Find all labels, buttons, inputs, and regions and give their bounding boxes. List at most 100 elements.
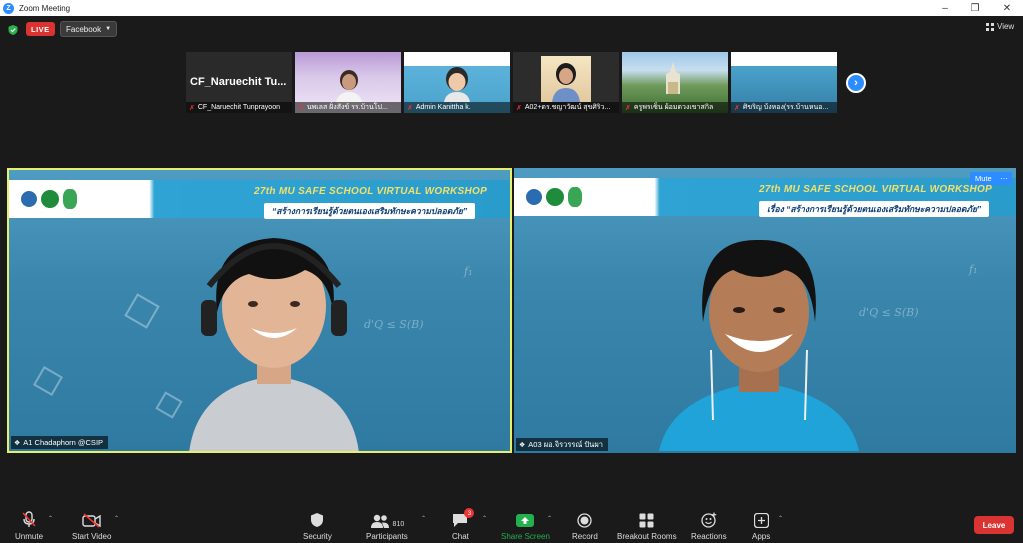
window-title: Zoom Meeting xyxy=(19,3,71,13)
leave-button[interactable]: Leave xyxy=(974,516,1014,534)
participants-options-caret-icon[interactable]: ⌃ xyxy=(421,515,426,522)
person-silhouette-icon xyxy=(335,70,363,106)
share-options-caret-icon[interactable]: ⌃ xyxy=(547,515,552,522)
breakout-rooms-label: Breakout Rooms xyxy=(617,532,677,541)
chat-button[interactable]: 3 Chat xyxy=(452,508,475,541)
thumbnail-name: CF_Naruechit Tunprayoon xyxy=(197,104,280,111)
participant-thumbnail[interactable]: ✗ ศิขริญ บ้งหอง(รร.บ้านหนอ... xyxy=(731,52,837,113)
apps-button[interactable]: Apps xyxy=(752,511,770,541)
person-silhouette-icon xyxy=(552,63,580,102)
university-logo-icon xyxy=(526,189,542,205)
more-options-button[interactable]: ··· xyxy=(996,172,1012,185)
participant-thumbnail[interactable]: ✗ A02+ดร.ชญาวัฒน์ สุขศิริว... xyxy=(513,52,619,113)
pin-icon: ❖ xyxy=(14,439,21,447)
start-video-label: Start Video xyxy=(72,532,112,541)
chat-options-caret-icon[interactable]: ⌃ xyxy=(482,515,487,522)
record-icon xyxy=(577,513,593,528)
view-label: View xyxy=(997,22,1015,31)
apps-icon xyxy=(753,513,769,528)
security-label: Security xyxy=(303,532,332,541)
participants-icon xyxy=(370,514,389,528)
chevron-down-icon: ▼ xyxy=(105,26,112,32)
participants-count: 810 xyxy=(392,521,405,528)
start-video-button[interactable]: Start Video xyxy=(72,511,111,541)
safe-school-logo-icon xyxy=(568,187,582,207)
thumbnail-name-bar: ✗ ศิขริญ บ้งหอง(รร.บ้านหนอ... xyxy=(731,102,837,113)
thumbnail-name-bar: ✗ ครูพรเซ็น ผ้อมดวงเขาสกิล xyxy=(622,102,728,113)
share-screen-label: Share Screen xyxy=(501,532,550,541)
maximize-button[interactable]: ❐ xyxy=(960,0,990,16)
record-button[interactable]: Record xyxy=(572,511,598,541)
record-label: Record xyxy=(572,532,598,541)
apps-options-caret-icon[interactable]: ⌃ xyxy=(778,515,783,522)
muted-mic-icon: ✗ xyxy=(516,104,522,112)
participant-thumbnail[interactable]: ✗ ครูพรเซ็น ผ้อมดวงเขาสกิล xyxy=(622,52,728,113)
muted-mic-icon: ✗ xyxy=(734,104,740,112)
school-logo-icon xyxy=(546,188,564,206)
school-logo-icon xyxy=(41,190,59,208)
view-button[interactable]: View xyxy=(986,22,1014,31)
tile-participant-name: A1 Chadaphorn @CSIP xyxy=(23,438,104,447)
live-badge: LIVE xyxy=(26,22,55,36)
tile-name-bar: ❖ A03 ผอ.จิรวรรณ์ ปันผา xyxy=(516,438,608,451)
thumbnail-name: ครูพรเซ็น ผ้อมดวงเขาสกิล xyxy=(633,104,714,111)
participant-thumbnail[interactable]: ✗ นพเลส ฝั่งสังข์ รร.บ้านโป... xyxy=(295,52,401,113)
workshop-title: 27th MU SAFE SCHOOL VIRTUAL WORKSHOP xyxy=(759,184,993,195)
zoom-logo-icon: Z xyxy=(3,2,14,14)
next-page-button[interactable]: › xyxy=(846,73,866,93)
chat-label: Chat xyxy=(452,532,469,541)
title-bar: Z Zoom Meeting – ❐ ✕ xyxy=(0,0,1023,16)
security-shield-icon xyxy=(311,513,324,527)
workshop-title: 27th MU SAFE SCHOOL VIRTUAL WORKSHOP xyxy=(254,186,488,197)
mute-participant-button[interactable]: Mute xyxy=(970,172,997,185)
muted-mic-icon: ✗ xyxy=(407,104,413,112)
thumbnail-name-bar: ✗ A02+ดร.ชญาวัฒน์ สุขศิริว... xyxy=(513,102,619,113)
tile-participant-name: A03 ผอ.จิรวรรณ์ ปันผา xyxy=(528,439,603,449)
decorative-formula: f₁ xyxy=(464,265,473,278)
chevron-right-icon: › xyxy=(854,77,858,89)
institution-logos xyxy=(15,182,149,216)
participant-video-feed xyxy=(189,238,359,451)
safe-school-logo-icon xyxy=(63,189,77,209)
thumbnail-name-bar: ✗ Admin Kanittha k. xyxy=(404,102,510,113)
participants-label: Participants xyxy=(366,532,408,541)
thumbnail-name-bar: ✗ นพเลส ฝั่งสังข์ รร.บ้านโป... xyxy=(295,102,401,113)
muted-microphone-icon xyxy=(22,511,36,527)
breakout-rooms-button[interactable]: Breakout Rooms xyxy=(617,511,677,541)
pin-icon: ❖ xyxy=(519,441,526,449)
breakout-rooms-grid-icon xyxy=(639,513,654,528)
tile-name-bar: ❖ A1 Chadaphorn @CSIP xyxy=(11,436,109,449)
decorative-formula: d'Q ≤ S(B) xyxy=(859,306,919,319)
security-button[interactable]: Security xyxy=(303,511,332,541)
audio-options-caret-icon[interactable]: ⌃ xyxy=(48,515,53,522)
apps-label: Apps xyxy=(752,532,771,541)
share-screen-arrow-icon xyxy=(516,514,535,527)
unmute-button[interactable]: Unmute xyxy=(15,511,43,541)
participant-video-feed xyxy=(659,239,859,451)
thumbnail-name: นพเลส ฝั่งสังข์ รร.บ้านโป... xyxy=(306,104,388,111)
video-tile-participant[interactable]: 27th MU SAFE SCHOOL VIRTUAL WORKSHOP เรื… xyxy=(514,168,1016,453)
muted-mic-icon: ✗ xyxy=(298,104,304,112)
smiley-reaction-icon xyxy=(701,512,716,528)
stream-target-label: Facebook xyxy=(66,24,102,34)
share-screen-button[interactable]: Share Screen xyxy=(501,511,550,541)
institution-logos xyxy=(520,180,654,214)
participant-thumbnail[interactable]: ✗ Admin Kanittha k. xyxy=(404,52,510,113)
university-logo-icon xyxy=(21,191,37,207)
close-button[interactable]: ✕ xyxy=(992,0,1022,16)
muted-mic-icon: ✗ xyxy=(625,104,631,112)
video-tile-active-speaker[interactable]: 27th MU SAFE SCHOOL VIRTUAL WORKSHOP “สร… xyxy=(7,168,512,453)
thumbnail-name-bar: ✗ CF_Naruechit Tunprayoon xyxy=(186,102,292,113)
participant-thumbnail[interactable]: CF_Naruechit Tu... ✗ CF_Naruechit Tunpray… xyxy=(186,52,292,113)
minimize-button[interactable]: – xyxy=(930,0,960,16)
zoom-window: Z Zoom Meeting – ❐ ✕ LIVE Facebook ▼ Vie… xyxy=(0,0,1023,543)
participants-button[interactable]: 810 Participants xyxy=(366,511,408,541)
encryption-shield-icon[interactable] xyxy=(8,25,18,35)
stream-target-dropdown[interactable]: Facebook ▼ xyxy=(60,21,118,37)
thumbnail-name: ศิขริญ บ้งหอง(รร.บ้านหนอ... xyxy=(742,104,829,111)
video-off-icon xyxy=(82,513,101,528)
thumbnail-name: Admin Kanittha k. xyxy=(415,104,471,111)
video-options-caret-icon[interactable]: ⌃ xyxy=(114,515,119,522)
reactions-button[interactable]: Reactions xyxy=(691,511,727,541)
grid-view-icon xyxy=(986,22,994,31)
